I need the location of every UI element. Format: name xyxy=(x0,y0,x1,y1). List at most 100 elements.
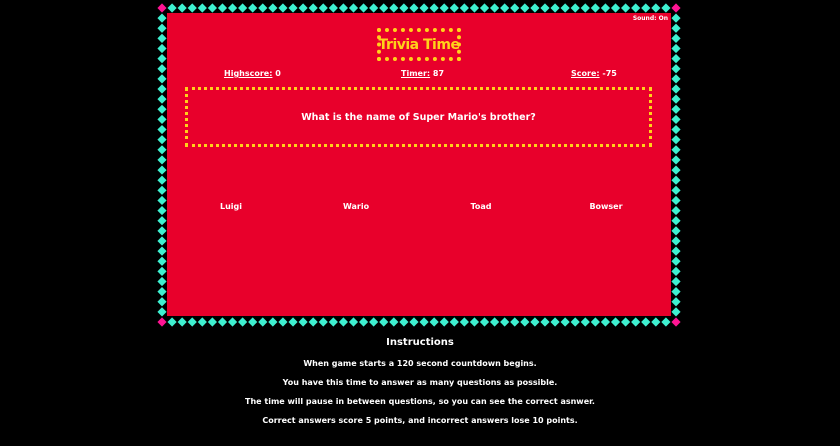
answer-option-bowser[interactable]: Bowser xyxy=(589,202,622,211)
corner-diamond xyxy=(157,317,167,327)
border-diamond xyxy=(268,3,278,13)
border-diamond xyxy=(157,216,167,226)
timer-label: Timer: xyxy=(401,69,431,78)
border-diamond xyxy=(157,124,167,135)
border-diamond xyxy=(338,317,349,327)
question-box: What is the name of Super Mario's brothe… xyxy=(185,87,652,147)
border-diamond xyxy=(328,317,338,327)
border-diamond xyxy=(419,317,429,327)
border-diamond xyxy=(500,3,510,13)
border-diamond xyxy=(227,317,238,327)
border-diamond xyxy=(540,3,550,13)
answer-option-wario[interactable]: Wario xyxy=(343,202,369,211)
border-diamond xyxy=(520,317,530,327)
border-diamond xyxy=(671,185,681,195)
corner-diamond xyxy=(671,317,681,327)
highscore-value: 0 xyxy=(275,69,281,78)
border-diamond xyxy=(671,236,681,246)
border-diamond xyxy=(157,246,167,256)
border-diamond xyxy=(500,317,510,327)
border-diamond xyxy=(671,94,681,104)
game-board: Sound: On Trivia Time Highscore: 0 Timer… xyxy=(167,13,671,316)
border-diamond xyxy=(510,3,520,13)
border-diamond xyxy=(621,3,631,13)
border-diamond xyxy=(510,317,520,327)
border-diamond xyxy=(530,3,540,13)
border-diamond xyxy=(409,3,419,13)
border-diamond xyxy=(671,33,681,43)
border-diamond xyxy=(671,195,681,206)
border-diamond xyxy=(348,3,359,13)
score-display: Score: -75 xyxy=(571,69,617,78)
border-diamond xyxy=(671,54,681,64)
border-diamond xyxy=(671,276,681,287)
border-diamond xyxy=(671,64,681,74)
border-diamond xyxy=(157,84,167,94)
border-diamond xyxy=(610,317,621,327)
border-diamond xyxy=(600,317,611,327)
border-diamond xyxy=(227,3,238,13)
border-diamond xyxy=(671,135,681,145)
border-diamond xyxy=(550,3,560,13)
border-diamond xyxy=(298,3,308,13)
border-diamond xyxy=(187,3,197,13)
border-diamond xyxy=(671,266,681,276)
border-diamond xyxy=(671,216,681,226)
border-diamond xyxy=(379,3,389,13)
border-diamond xyxy=(399,3,409,13)
border-diamond xyxy=(167,3,177,13)
border-diamond xyxy=(157,236,167,246)
border-diamond xyxy=(429,317,439,327)
timer-display: Timer: 87 xyxy=(401,69,444,78)
timer-value: 87 xyxy=(432,69,445,78)
border-diamond xyxy=(671,145,681,155)
answer-option-luigi[interactable]: Luigi xyxy=(220,202,242,211)
border-diamond xyxy=(197,3,207,13)
border-diamond xyxy=(157,13,167,23)
border-diamond xyxy=(308,3,318,13)
border-diamond xyxy=(671,114,681,125)
border-diamond xyxy=(207,3,217,13)
border-diamond xyxy=(328,3,338,13)
border-diamond xyxy=(157,175,167,185)
border-diamond xyxy=(439,317,449,327)
border-diamond xyxy=(651,317,661,327)
border-diamond xyxy=(157,114,167,125)
border-diamond xyxy=(187,317,197,327)
border-diamond xyxy=(207,317,217,327)
border-diamond xyxy=(449,3,459,13)
border-diamond xyxy=(177,3,187,13)
answer-option-toad[interactable]: Toad xyxy=(470,202,491,211)
border-diamond xyxy=(197,317,207,327)
border-diamond xyxy=(520,3,530,13)
corner-diamond xyxy=(671,3,681,13)
border-diamond xyxy=(157,307,167,317)
border-diamond xyxy=(369,3,379,13)
border-diamond xyxy=(308,317,318,327)
border-diamond xyxy=(157,226,167,236)
border-diamond xyxy=(217,3,228,13)
border-diamond xyxy=(570,317,580,327)
border-diamond xyxy=(157,54,167,64)
border-diamond xyxy=(671,13,681,23)
border-diamond xyxy=(671,175,681,185)
border-diamond xyxy=(389,317,399,327)
border-diamond xyxy=(177,317,187,327)
border-diamond xyxy=(358,3,369,13)
border-diamond xyxy=(157,165,167,175)
border-diamond xyxy=(157,155,167,165)
sound-toggle[interactable]: Sound: On xyxy=(633,15,668,22)
highscore-label: Highscore: xyxy=(224,69,273,78)
border-diamond xyxy=(379,317,389,327)
border-diamond xyxy=(671,287,681,297)
border-diamond xyxy=(348,317,359,327)
border-diamond xyxy=(157,145,167,155)
border-diamond xyxy=(610,3,621,13)
highscore-display: Highscore: 0 xyxy=(224,69,281,78)
border-diamond xyxy=(217,317,228,327)
border-diamond xyxy=(580,317,590,327)
game-title: Trivia Time xyxy=(378,36,460,53)
border-diamond xyxy=(298,317,308,327)
border-diamond xyxy=(278,3,288,13)
border-diamond xyxy=(671,297,681,307)
